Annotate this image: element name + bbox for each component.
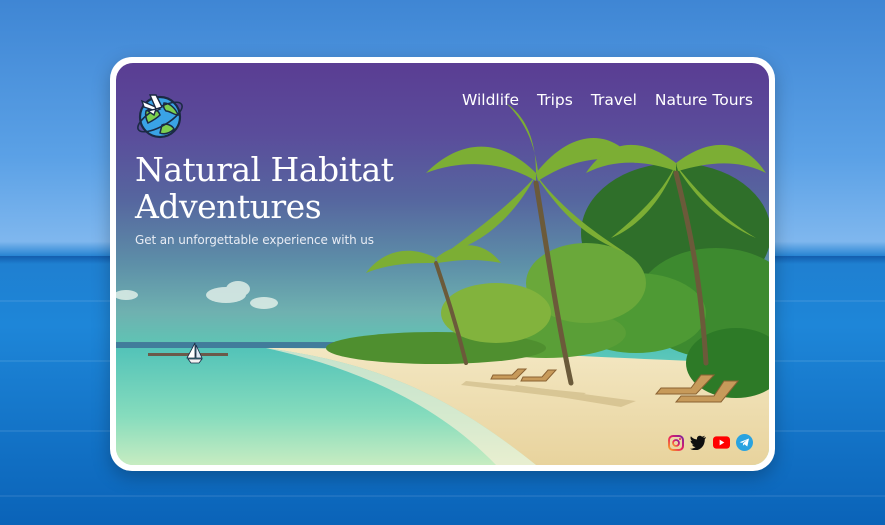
youtube-icon[interactable] (713, 434, 730, 451)
main-navigation: Wildlife Trips Travel Nature Tours (462, 91, 753, 109)
nav-link-travel[interactable]: Travel (591, 91, 637, 109)
nav-link-trips[interactable]: Trips (537, 91, 573, 109)
telegram-icon[interactable] (736, 434, 753, 451)
hero-subtitle: Get an unforgettable experience with us (135, 233, 374, 247)
social-links (667, 434, 753, 451)
landing-card: Wildlife Trips Travel Nature Tours Natur… (110, 57, 775, 471)
beach-illustration (116, 103, 769, 465)
nav-link-wildlife[interactable]: Wildlife (462, 91, 519, 109)
twitter-icon[interactable] (690, 434, 707, 451)
beach-hero-scene: Wildlife Trips Travel Nature Tours Natur… (116, 63, 769, 465)
globe-with-airplane-icon[interactable] (134, 89, 186, 141)
wave-ripple (0, 495, 885, 497)
hero-title: Natural Habitat Adventures (135, 150, 394, 226)
instagram-icon[interactable] (667, 434, 684, 451)
clouds (116, 281, 278, 309)
nav-link-nature-tours[interactable]: Nature Tours (655, 91, 753, 109)
